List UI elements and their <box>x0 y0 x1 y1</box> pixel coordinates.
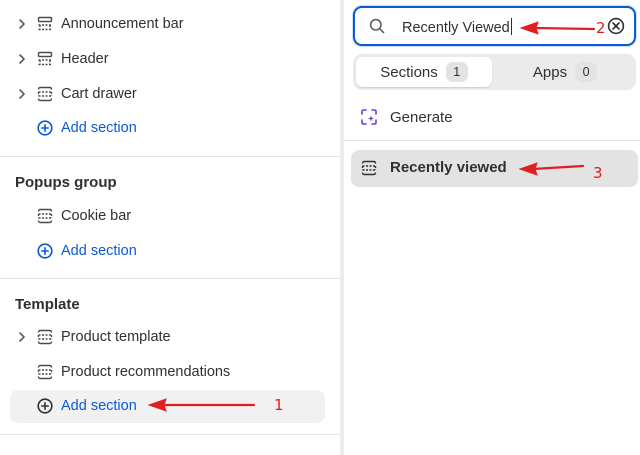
plus-circle-icon <box>37 243 53 259</box>
chevron-right-icon[interactable] <box>16 53 28 65</box>
tab-label: Apps <box>532 63 568 81</box>
search-icon <box>369 18 385 34</box>
annotation-step-3: 3 <box>593 164 603 182</box>
add-section-button-header[interactable]: Add section <box>0 113 340 143</box>
tree-item-label: Product template <box>61 329 171 345</box>
tree-item-cookie-bar[interactable]: Cookie bar <box>0 201 340 231</box>
tree-item-header[interactable]: Header <box>0 44 340 74</box>
tab-apps[interactable]: Apps 0 <box>497 57 633 87</box>
clear-circle-icon[interactable] <box>607 17 625 35</box>
group-title-template: Template <box>15 296 80 313</box>
count-badge: 0 <box>575 62 598 82</box>
results-divider <box>344 140 640 141</box>
plus-circle-icon <box>37 120 53 136</box>
tree-item-label: Product recommendations <box>61 364 231 380</box>
chevron-right-icon[interactable] <box>16 331 28 343</box>
add-section-button-popups[interactable]: Add section <box>0 236 340 266</box>
tab-label: Sections <box>380 63 438 81</box>
section-block-icon <box>37 208 53 224</box>
result-item-label: Recently viewed <box>390 159 507 176</box>
annotation-step-2: 2 <box>596 19 606 37</box>
tree-item-announcement-bar[interactable]: Announcement bar <box>0 9 340 39</box>
header-section-icon <box>37 51 53 67</box>
add-section-popover: Recently Viewed Sections 1 Apps 0 Genera… <box>344 0 640 455</box>
section-block-icon <box>361 160 377 176</box>
sparkle-generate-icon <box>360 108 378 126</box>
tree-item-cart-drawer[interactable]: Cart drawer <box>0 79 340 109</box>
tree-item-product-recommendations[interactable]: Product recommendations <box>0 357 340 387</box>
group-title-popups: Popups group <box>15 174 117 191</box>
group-divider <box>0 278 340 279</box>
add-section-label: Add section <box>61 120 137 136</box>
header-section-icon <box>37 16 53 32</box>
tree-item-label: Cart drawer <box>61 86 137 102</box>
tree-item-label: Announcement bar <box>61 16 184 32</box>
search-input[interactable]: Recently Viewed <box>402 18 512 36</box>
tree-item-label: Header <box>61 51 109 67</box>
section-block-icon <box>37 364 53 380</box>
add-section-label: Add section <box>61 398 137 414</box>
tree-item-label: Cookie bar <box>61 208 132 224</box>
text-caret <box>510 18 512 35</box>
plus-circle-icon <box>37 398 53 414</box>
tab-sections[interactable]: Sections 1 <box>356 57 492 87</box>
generate-button[interactable]: Generate <box>360 106 453 128</box>
popover-tabs: Sections 1 Apps 0 <box>353 54 636 90</box>
section-block-icon <box>37 86 53 102</box>
section-search-field[interactable]: Recently Viewed <box>353 6 636 46</box>
group-divider <box>0 434 340 435</box>
section-block-icon <box>37 329 53 345</box>
tree-item-product-template[interactable]: Product template <box>0 322 340 352</box>
annotation-step-1: 1 <box>274 396 284 414</box>
group-divider <box>0 156 340 157</box>
section-tree-panel: Announcement bar Header Cart drawer Add … <box>0 0 340 455</box>
generate-label: Generate <box>390 108 453 126</box>
chevron-right-icon[interactable] <box>16 88 28 100</box>
count-badge: 1 <box>445 62 468 82</box>
chevron-right-icon[interactable] <box>16 18 28 30</box>
add-section-label: Add section <box>61 243 137 259</box>
